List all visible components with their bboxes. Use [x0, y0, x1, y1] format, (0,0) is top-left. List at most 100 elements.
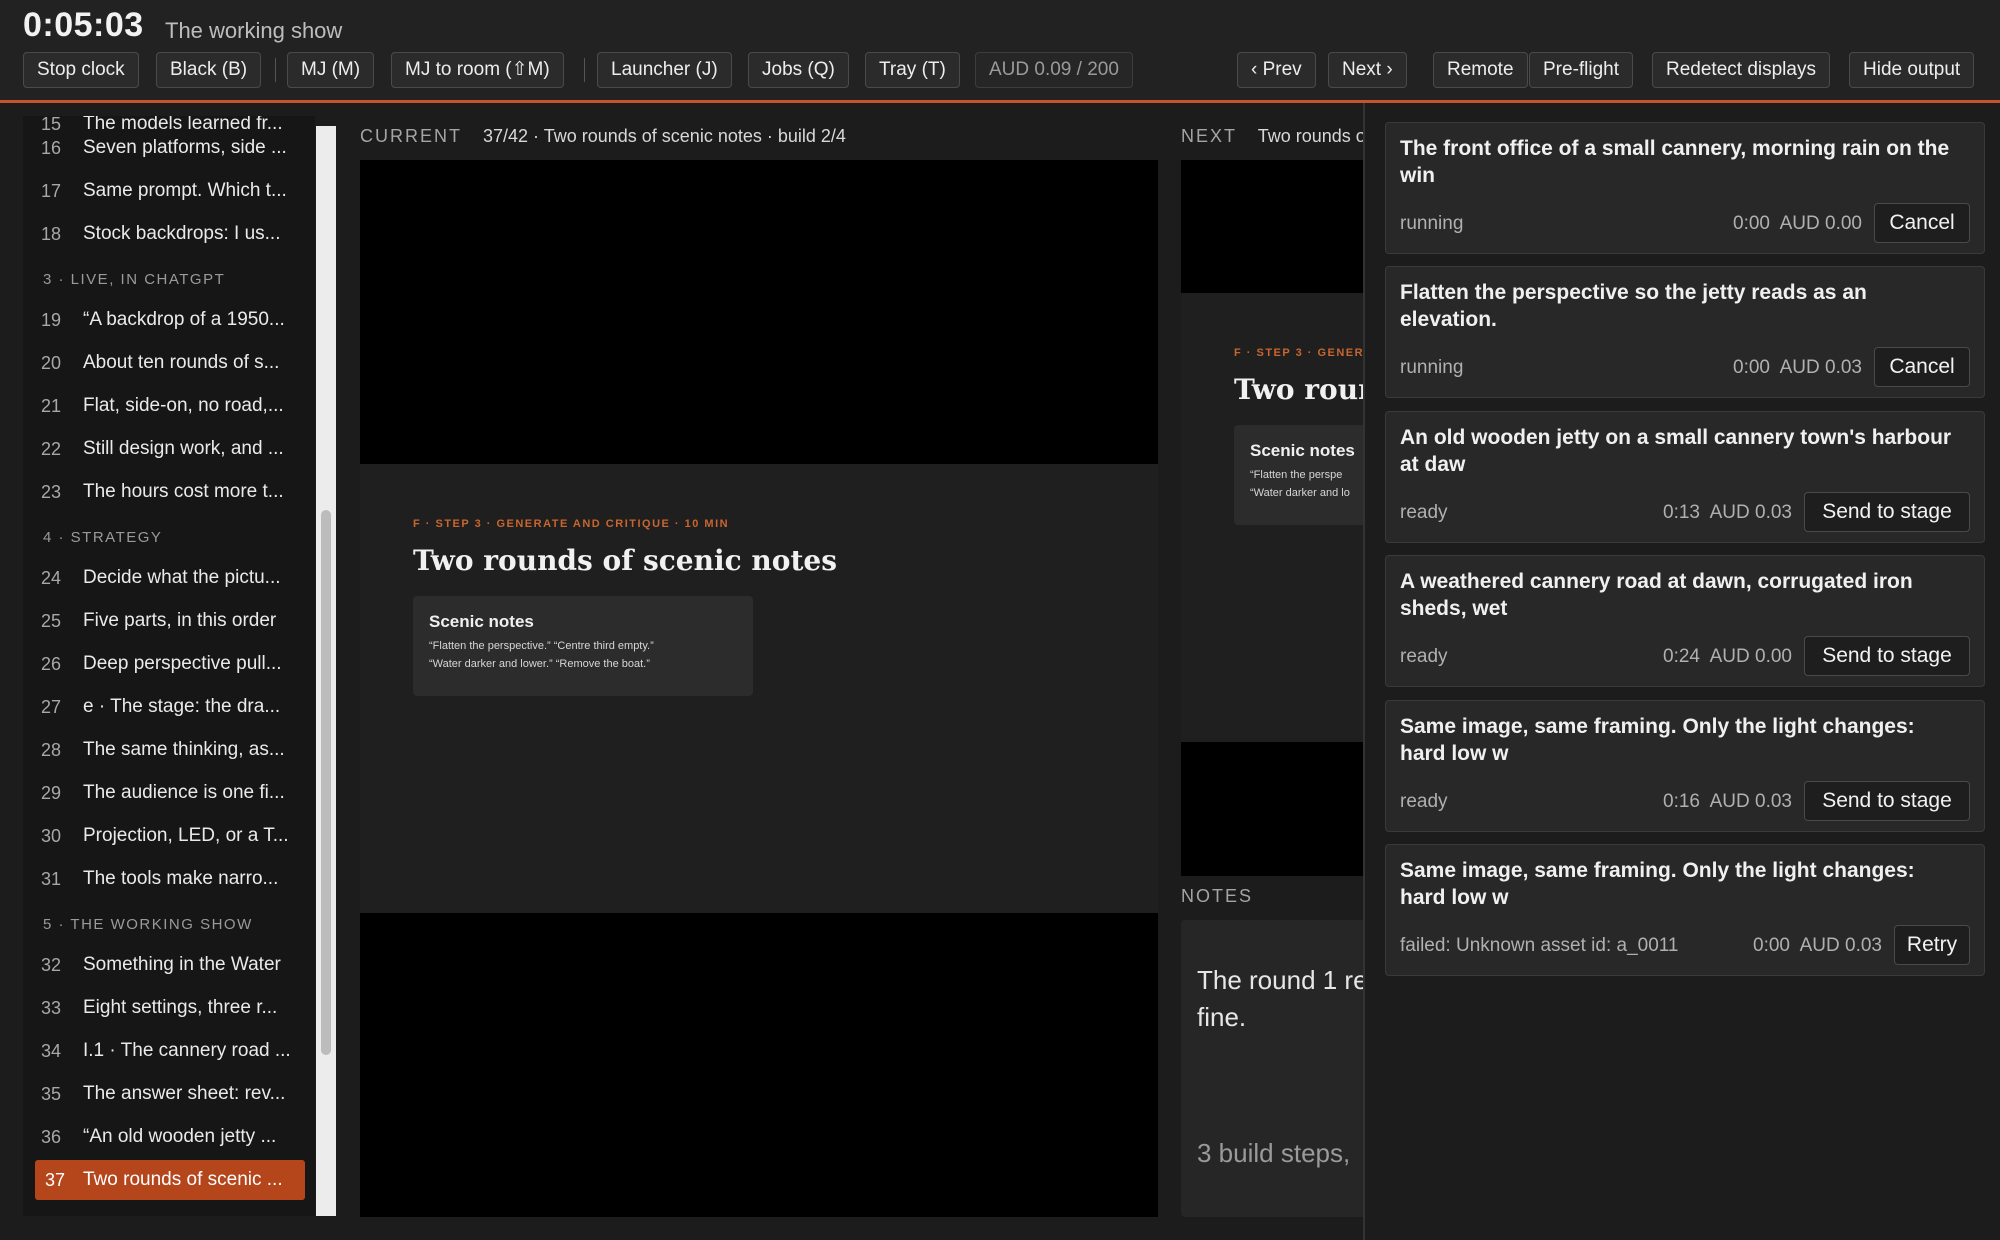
job-status: ready: [1400, 501, 1448, 523]
job-elapsed-time: 0:24: [1663, 646, 1700, 668]
slide-title: e · The stage: the dra...: [83, 696, 281, 717]
slide-list-item[interactable]: 20 About ten rounds of s...: [23, 343, 315, 383]
job-prompt: A weathered cannery road at dawn, corrug…: [1400, 570, 1913, 621]
card-line: “Water darker and lo: [1250, 487, 1350, 499]
job-card: A weathered cannery road at dawn, corrug…: [1385, 555, 1985, 688]
slide-list-item[interactable]: 36 “An old wooden jetty ...: [23, 1117, 315, 1157]
slide-list-item[interactable]: 23 The hours cost more t...: [23, 472, 315, 512]
slide-number: 31: [41, 869, 62, 889]
scenic-notes-card: Scenic notes “Flatten the perspective.” …: [413, 596, 753, 696]
job-cost: AUD 0.03: [1709, 501, 1792, 523]
cancel-button[interactable]: Cancel: [1874, 347, 1970, 388]
slide-title: I.1 · The cannery road ...: [83, 1040, 291, 1061]
slide-list-item[interactable]: 26 Deep perspective pull...: [23, 644, 315, 684]
job-elapsed-time: 0:16: [1663, 790, 1700, 812]
slide-list-scroll-thumb[interactable]: [321, 510, 331, 1055]
slide-list-item[interactable]: 27 e · The stage: the dra...: [23, 687, 315, 727]
slide-number: 35: [41, 1084, 62, 1104]
launcher-button[interactable]: Launcher (J): [597, 52, 732, 88]
slide-list-item-active[interactable]: 37 Two rounds of scenic ...: [35, 1160, 305, 1200]
slide-number: 28: [41, 740, 62, 760]
slide-title: Five parts, in this order: [83, 610, 277, 631]
next-header: NEXT Two rounds of: [1181, 126, 1363, 150]
slide-title: Something in the Water: [83, 954, 281, 975]
slide-number: 16: [41, 138, 62, 158]
show-title: The working show: [165, 18, 343, 43]
slide-number: 20: [41, 353, 62, 373]
stop-clock-button[interactable]: Stop clock: [23, 52, 139, 88]
current-label: CURRENT: [360, 126, 462, 146]
retry-button[interactable]: Retry: [1894, 925, 1970, 965]
slide-list-item[interactable]: 16 Seven platforms, side ...: [23, 128, 315, 168]
slide-title: The answer sheet: rev...: [83, 1083, 286, 1104]
slide-number: 34: [41, 1041, 62, 1061]
current-header: CURRENT 37/42 · Two rounds of scenic not…: [360, 126, 846, 150]
slide-list-item[interactable]: 30 Projection, LED, or a T...: [23, 816, 315, 856]
remote-button[interactable]: Remote: [1433, 52, 1528, 88]
slide-title: Projection, LED, or a T...: [83, 825, 289, 846]
job-cost: AUD 0.03: [1779, 357, 1862, 379]
slide-number: 27: [41, 697, 62, 717]
job-cost: AUD 0.03: [1709, 790, 1792, 812]
send-to-stage-button[interactable]: Send to stage: [1804, 636, 1970, 677]
slide-list-item[interactable]: 32 Something in the Water: [23, 945, 315, 985]
top-bar: 0:05:03 The working show Stop clock Blac…: [0, 0, 2000, 103]
slide-list-item[interactable]: 21 Flat, side-on, no road,...: [23, 386, 315, 426]
slide-list-item[interactable]: 22 Still design work, and ...: [23, 429, 315, 469]
job-cost: AUD 0.03: [1799, 935, 1882, 956]
show-clock: 0:05:03: [23, 6, 144, 44]
mj-button[interactable]: MJ (M): [287, 52, 375, 88]
slide-title: “An old wooden jetty ...: [83, 1126, 277, 1147]
card-title: Scenic notes: [1250, 441, 1355, 460]
redetect-displays-button[interactable]: Redetect displays: [1652, 52, 1830, 88]
slide-list-item[interactable]: 25 Five parts, in this order: [23, 601, 315, 641]
prev-button[interactable]: ‹ Prev: [1237, 52, 1316, 88]
slide-list-item[interactable]: 28 The same thinking, as...: [23, 730, 315, 770]
job-status: running: [1400, 357, 1464, 379]
job-elapsed-time: 0:00: [1733, 213, 1770, 234]
slide-list-item[interactable]: 18 Stock backdrops: I us...: [23, 214, 315, 254]
next-button[interactable]: Next ›: [1328, 52, 1407, 88]
slide-title: Same prompt. Which t...: [83, 180, 287, 201]
job-prompt: Same image, same framing. Only the light…: [1400, 859, 1915, 909]
slide-list-item[interactable]: 31 The tools make narro...: [23, 859, 315, 899]
slide-list-item[interactable]: 17 Same prompt. Which t...: [23, 171, 315, 211]
slide-number: 18: [41, 224, 62, 244]
slide-title: The tools make narro...: [83, 868, 279, 889]
slide-number: 36: [41, 1127, 62, 1147]
cancel-button[interactable]: Cancel: [1874, 203, 1970, 243]
next-slide: F · STEP 3 · GENERATE Two roun Scenic no…: [1181, 293, 1363, 742]
current-slide: F · STEP 3 · GENERATE AND CRITIQUE · 10 …: [360, 464, 1158, 913]
mj-to-room-button[interactable]: MJ to room (⇧M): [391, 52, 564, 88]
card-line: “Flatten the perspective.” “Centre third…: [429, 640, 654, 652]
slide-list-item[interactable]: 19 “A backdrop of a 1950...: [23, 300, 315, 340]
slide-number: 22: [41, 439, 62, 459]
slide-list-section-heading: 3 · LIVE, IN CHATGPT: [43, 271, 226, 288]
current-slide-preview: F · STEP 3 · GENERATE AND CRITIQUE · 10 …: [360, 160, 1158, 1217]
hide-output-button[interactable]: Hide output: [1849, 52, 1975, 88]
send-to-stage-button[interactable]: Send to stage: [1804, 491, 1970, 532]
slide-list-item[interactable]: 35 The answer sheet: rev...: [23, 1074, 315, 1114]
slide-title: Still design work, and ...: [83, 438, 284, 459]
send-to-stage-button[interactable]: Send to stage: [1804, 780, 1970, 821]
notes-label: NOTES: [1181, 886, 1254, 906]
slide-number: 24: [41, 568, 62, 588]
slide-list-section-heading: 4 · STRATEGY: [43, 529, 163, 546]
slide-list-item[interactable]: 34 I.1 · The cannery road ...: [23, 1031, 315, 1071]
slide-list-section-heading: 5 · THE WORKING SHOW: [43, 916, 253, 933]
next-slide-preview: F · STEP 3 · GENERATE Two roun Scenic no…: [1181, 160, 1363, 876]
slide-title: The same thinking, as...: [83, 739, 285, 760]
slide-title: Seven platforms, side ...: [83, 137, 287, 158]
slide-list-item[interactable]: 29 The audience is one fi...: [23, 773, 315, 813]
next-slide-info: Two rounds of: [1257, 126, 1363, 146]
preflight-button[interactable]: Pre-flight: [1529, 52, 1634, 88]
jobs-button[interactable]: Jobs (Q): [748, 52, 849, 88]
slide-number: 25: [41, 611, 62, 631]
tray-button[interactable]: Tray (T): [865, 52, 960, 88]
toolbar-divider: [584, 58, 585, 82]
slide-list-item[interactable]: 33 Eight settings, three r...: [23, 988, 315, 1028]
card-line: “Flatten the perspe: [1250, 469, 1343, 481]
black-button[interactable]: Black (B): [156, 52, 262, 88]
slide-title: Two rounds of scenic ...: [83, 1169, 283, 1190]
slide-list-item[interactable]: 24 Decide what the pictu...: [23, 558, 315, 598]
